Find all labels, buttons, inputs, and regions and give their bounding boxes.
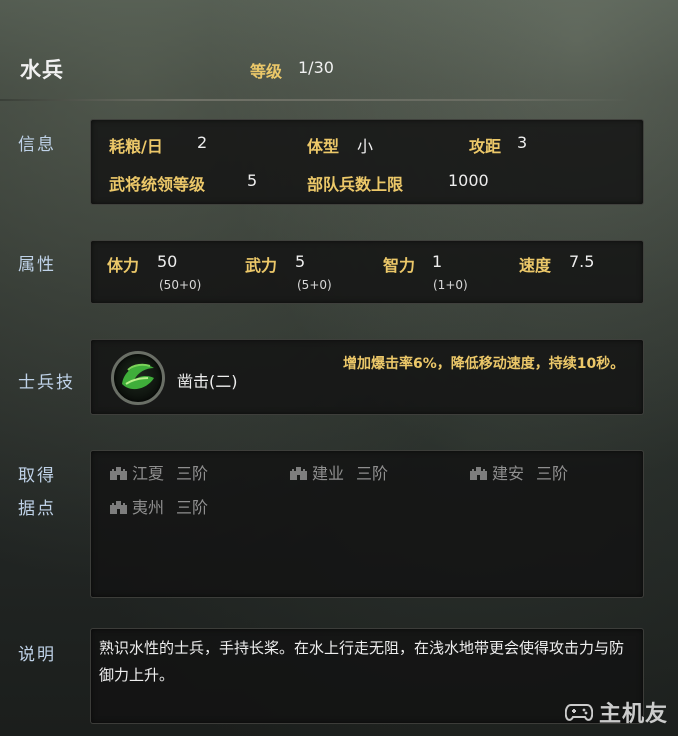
- general-level-label: 武将统领等级: [109, 175, 206, 194]
- gamepad-icon: [564, 704, 593, 721]
- skill-description: 增加爆击率6%，降低移动速度，持续10秒。: [343, 356, 625, 372]
- base-item-jiangxia[interactable]: 江夏 三阶: [109, 460, 208, 484]
- base-name: 建安: [492, 464, 525, 483]
- base-item-jianan[interactable]: 建安 三阶: [469, 460, 568, 484]
- header-divider: [0, 99, 630, 101]
- description-section-label: 说明: [18, 645, 56, 665]
- green-leaf-swirl-icon[interactable]: [111, 351, 165, 405]
- description-text: 熟识水性的士兵，手持长桨。在水上行走无阻，在浅水地带更会使得攻击力与防御力上升。: [99, 639, 625, 684]
- bases-section-label-line1: 取得: [18, 466, 56, 486]
- attributes-panel: 体力 50 (50+0) 武力 5 (5+0) 智力 1 (1+0) 速度 7.…: [90, 240, 644, 304]
- intellect-value: 1: [432, 252, 443, 271]
- general-level-value: 5: [247, 171, 258, 190]
- watermark: 主机友: [564, 696, 668, 728]
- stamina-value: 50: [157, 252, 178, 271]
- intellect-detail: (1+0): [433, 278, 468, 292]
- base-tier: 三阶: [356, 464, 389, 483]
- base-name: 夷州: [132, 498, 165, 517]
- castle-icon: [290, 466, 307, 480]
- info-section-label: 信息: [18, 135, 56, 155]
- base-tier: 三阶: [536, 464, 569, 483]
- intellect-label: 智力: [383, 256, 416, 275]
- speed-label: 速度: [519, 256, 552, 275]
- grain-label: 耗粮/日: [109, 137, 163, 156]
- skill-name: 凿击(二): [177, 372, 238, 391]
- level-label: 等级: [250, 62, 283, 81]
- base-item-jianye[interactable]: 建业 三阶: [289, 460, 388, 484]
- range-label: 攻距: [469, 137, 502, 156]
- speed-value: 7.5: [569, 252, 595, 271]
- attributes-section-label: 属性: [18, 255, 56, 275]
- base-name: 江夏: [132, 464, 165, 483]
- troop-limit-label: 部队兵数上限: [307, 175, 404, 194]
- level-value: 1/30: [298, 58, 334, 77]
- size-label: 体型: [307, 137, 340, 156]
- base-item-yizhou[interactable]: 夷州 三阶: [109, 494, 208, 518]
- troop-limit-value: 1000: [448, 171, 489, 190]
- castle-icon: [110, 500, 127, 514]
- force-detail: (5+0): [297, 278, 332, 292]
- base-tier: 三阶: [176, 498, 209, 517]
- info-panel: 耗粮/日 2 体型 小 攻距 3 武将统领等级 5 部队兵数上限 1000: [90, 119, 644, 205]
- size-value: 小: [357, 137, 374, 156]
- unit-name: 水兵: [20, 58, 64, 82]
- castle-icon: [110, 466, 127, 480]
- force-label: 武力: [245, 256, 278, 275]
- unit-header: 水兵 等级 1/30: [0, 0, 678, 101]
- base-name: 建业: [312, 464, 345, 483]
- watermark-text: 主机友: [598, 702, 668, 727]
- skill-section-label: 士兵技: [18, 373, 75, 393]
- bases-panel: 江夏 三阶 建业 三阶 建安 三阶 夷州 三阶: [90, 450, 644, 598]
- force-value: 5: [295, 252, 306, 271]
- description-panel: 熟识水性的士兵，手持长桨。在水上行走无阻，在浅水地带更会使得攻击力与防御力上升。: [90, 628, 644, 724]
- stamina-detail: (50+0): [159, 278, 202, 292]
- skill-panel: 凿击(二) 增加爆击率6%，降低移动速度，持续10秒。: [90, 339, 644, 415]
- range-value: 3: [517, 133, 528, 152]
- bases-section-label-line2: 据点: [18, 499, 56, 519]
- grain-value: 2: [197, 133, 208, 152]
- castle-icon: [470, 466, 487, 480]
- stamina-label: 体力: [107, 256, 140, 275]
- base-tier: 三阶: [176, 464, 209, 483]
